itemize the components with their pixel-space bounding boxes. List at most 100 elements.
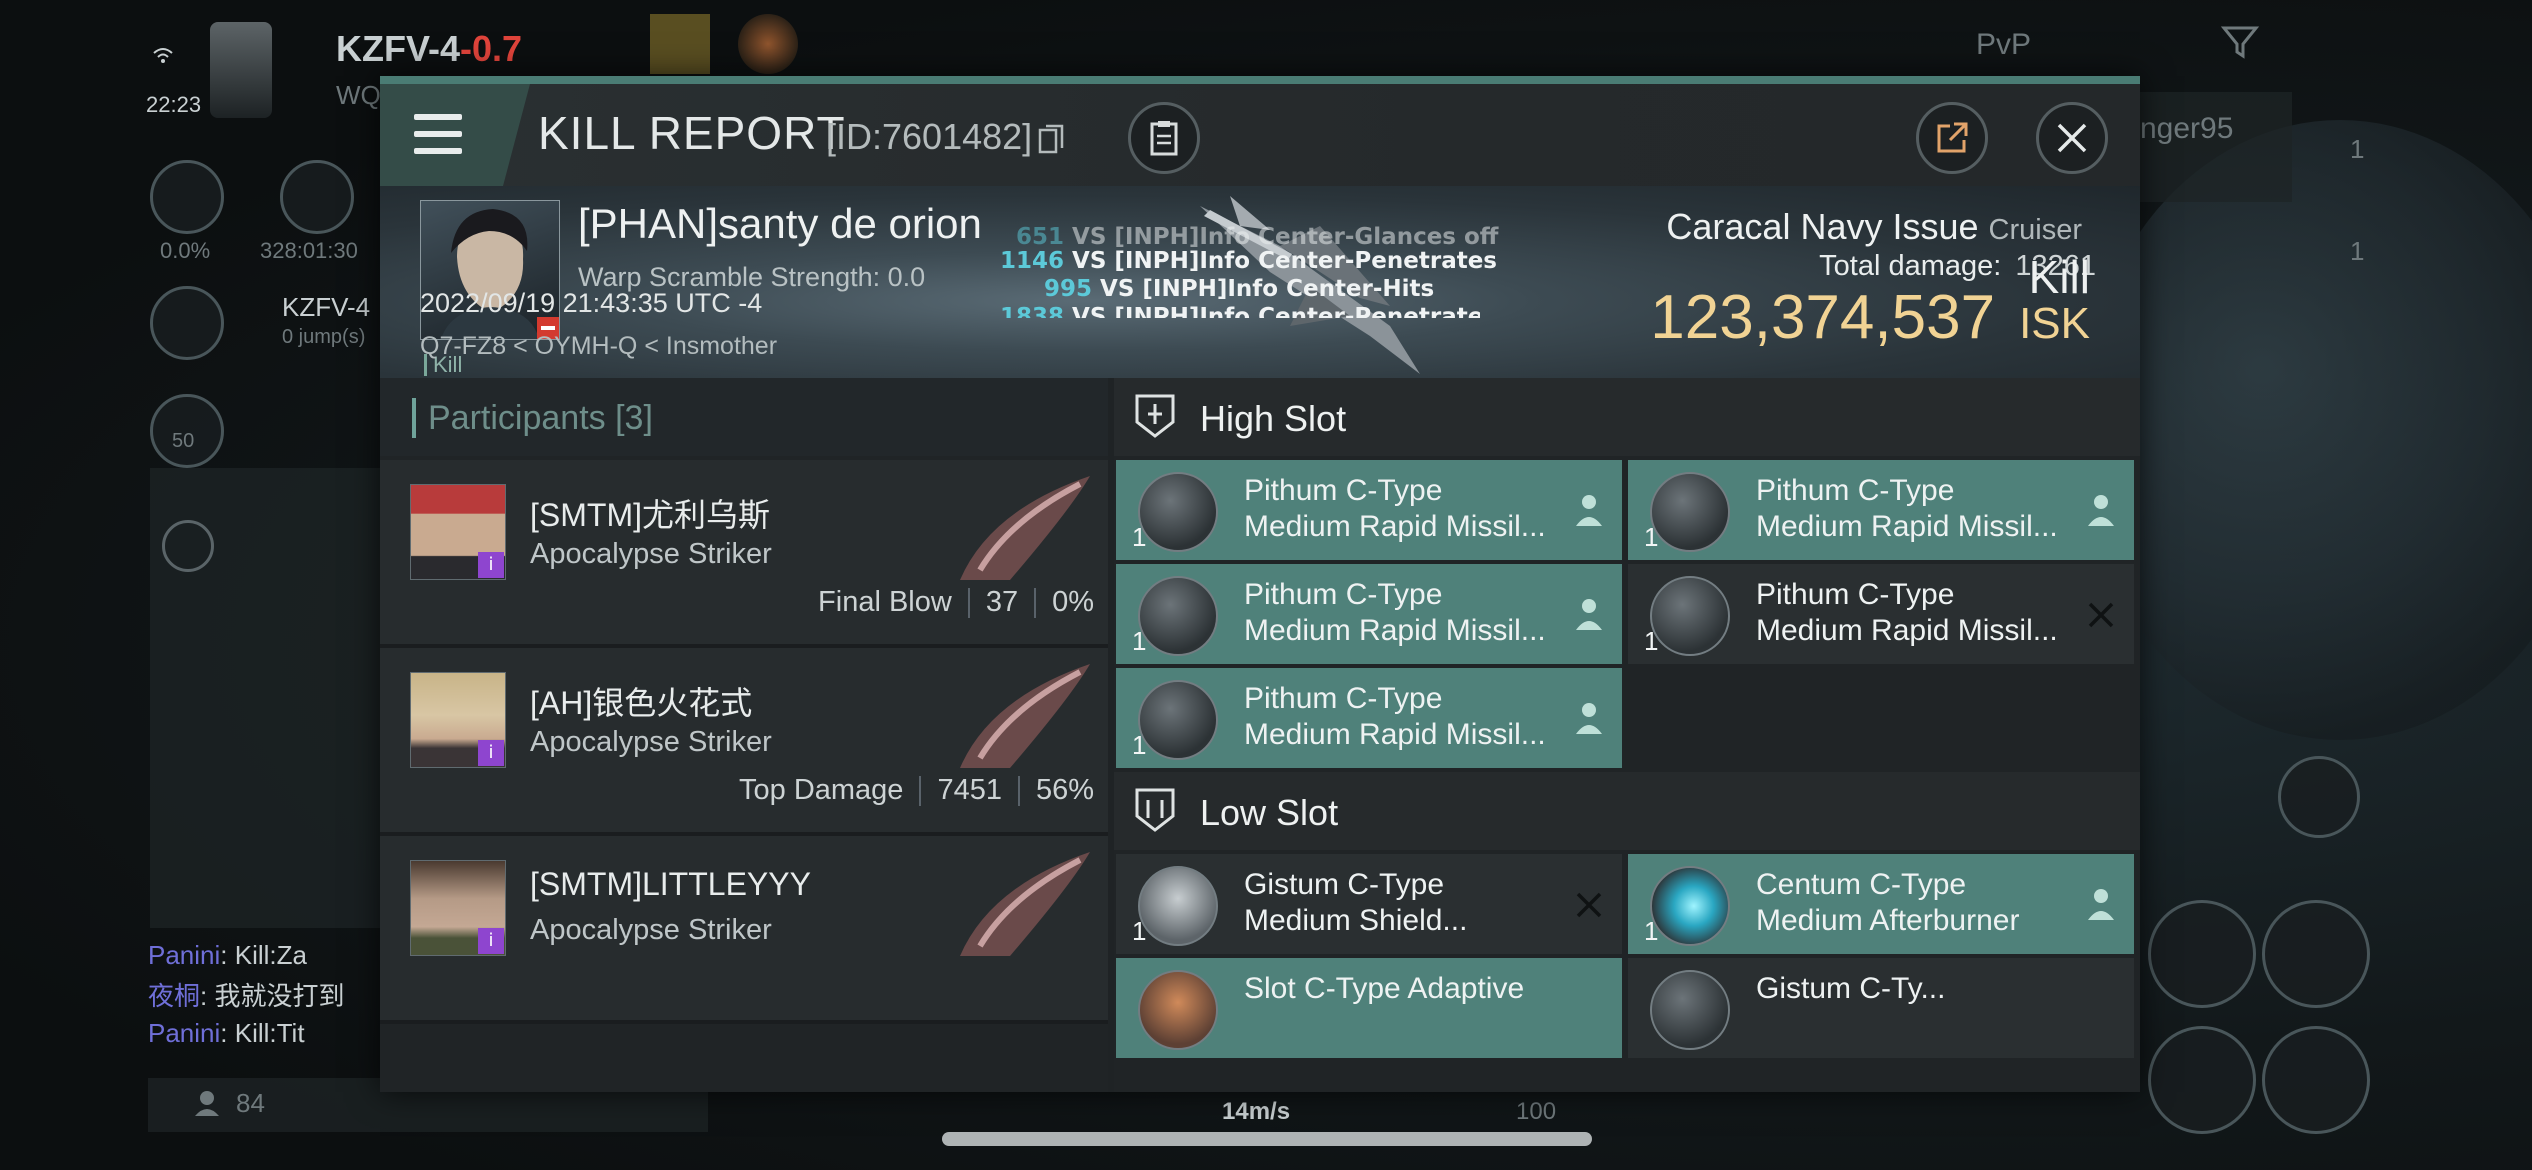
destroyed-x-icon (1576, 892, 1602, 918)
chat-line-1: Panini: Kill:Za (148, 940, 307, 971)
stat-divider (1034, 588, 1037, 619)
participant-ship-image (960, 476, 1090, 580)
stat-percent: 56% (1035, 774, 1094, 806)
low-slot-title: Low Slot (1200, 792, 1339, 833)
isk-amount: 123,374,537 (1650, 283, 1996, 352)
pilot-portrait[interactable] (210, 22, 272, 118)
clipboard-button[interactable] (1128, 102, 1200, 174)
speed-max: 100 (1516, 1098, 1557, 1125)
close-icon (2057, 123, 2087, 153)
online-count: 84 (236, 1088, 265, 1118)
victim-avatar[interactable] (420, 200, 560, 340)
module-item[interactable]: 1 Pithum C-Type Medium Rapid Missil... (1116, 668, 1622, 768)
participant-ship: Apocalypse Striker (530, 538, 772, 570)
overview-count-1: 1 (2350, 134, 2365, 164)
participant-ship-image (960, 852, 1090, 956)
module-item[interactable]: 1 Pithum C-Type Medium Rapid Missil... (1628, 460, 2134, 560)
module-name: Gistum C-Ty... (1756, 972, 1946, 1005)
dropped-person-icon (1576, 703, 1602, 734)
module-item[interactable]: 1 Pithum C-Type Medium Rapid Missil... (1116, 564, 1622, 664)
swap-button[interactable] (2278, 756, 2360, 838)
timer-stat: 328:01:30 (260, 238, 358, 263)
stat-label: Top Damage (739, 774, 904, 806)
stat-divider (967, 588, 970, 619)
module-button-4[interactable] (2262, 1026, 2370, 1134)
module-type: Medium Rapid Missil... (1244, 718, 1546, 751)
stat-divider (919, 776, 922, 807)
cargo-button[interactable] (150, 160, 224, 234)
module-name: Pithum C-Type (1244, 474, 1443, 507)
module-item[interactable]: Slot C-Type Adaptive (1116, 958, 1622, 1058)
hit-text: VS [INPH]Info Center-Penetrates (1072, 304, 1480, 318)
security-status: -0.7 (460, 28, 523, 69)
hit-log-line: 651 VS [INPH]Info Center-Glances off (1016, 224, 1498, 250)
module-item[interactable]: Gistum C-Ty... (1628, 958, 2134, 1058)
stat-label: Final Blow (818, 586, 952, 618)
history-icon[interactable] (162, 520, 214, 572)
module-name: Pithum C-Type (1756, 578, 1955, 611)
participants-header: Participants [3] (380, 378, 1108, 456)
kill-location[interactable]: Q7-FZ8 < OYMH-Q < Insmother (420, 332, 777, 361)
filter-label[interactable]: PvP (1976, 28, 2031, 62)
nav-system: KZFV-4 (282, 292, 371, 322)
menu-icon (414, 148, 462, 154)
ship-class: Cruiser (1988, 214, 2082, 246)
ship-name[interactable]: Caracal Navy Issue Cruiser (1666, 206, 2082, 248)
hit-text: VS [INPH]Info Center-Hits (1100, 276, 1435, 302)
timer-button[interactable] (280, 160, 354, 234)
participant-row[interactable]: i [SMTM]尤利乌斯 Apocalypse Striker Final Bl… (380, 460, 1108, 648)
participant-name: [AH]银色火花式 (530, 685, 753, 721)
close-button[interactable] (2036, 102, 2108, 174)
missile-launcher-icon (1650, 472, 1730, 552)
chat-text: : Kill:Za (220, 940, 307, 970)
missile-launcher-icon (1138, 576, 1218, 656)
stat-damage: 7451 (937, 774, 1002, 806)
modal-header: KILL REPORT [ID:7601482] (380, 84, 2140, 186)
kill-report-modal: KILL REPORT [ID:7601482] [PHAN]santy de … (380, 76, 2140, 1092)
participant-row[interactable]: i [AH]银色火花式 Apocalypse Striker Top Damag… (380, 648, 1108, 836)
module-name: Gistum C-Type (1244, 868, 1445, 901)
kill-date: 2022/09/19 21:43:35 UTC -4 (420, 288, 763, 318)
module-item[interactable]: 1 Pithum C-Type Medium Rapid Missil... (1116, 460, 1622, 560)
menu-icon (414, 114, 462, 120)
shield-module-icon (1138, 866, 1218, 946)
module-item[interactable]: 1 Gistum C-Type Medium Shield... (1116, 854, 1622, 954)
module-button-3[interactable] (2148, 1026, 2256, 1134)
victim-name[interactable]: [PHAN]santy de orion (578, 200, 982, 248)
speed-readout: 14m/s (1222, 1098, 1291, 1125)
chat-name: Panini (148, 940, 221, 970)
fittings-panel: High Slot 1 Pithum C-Type Medium Rapid M… (1114, 378, 2140, 1092)
stat-percent: 0% (1052, 586, 1094, 618)
faction-badge-icon: i (478, 552, 504, 578)
module-name: Centum C-Type (1756, 868, 1967, 901)
modal-accent-line (380, 76, 2140, 84)
clock-text: 22:23 (146, 92, 202, 117)
modal-title: KILL REPORT (538, 107, 846, 159)
home-indicator[interactable] (942, 1132, 1592, 1146)
module-button-1[interactable] (2148, 900, 2256, 1008)
hit-text: VS [INPH]Info Center-Penetrates (1072, 248, 1497, 274)
corp-tag: WQ (336, 80, 381, 110)
faction-badge-icon: i (478, 740, 504, 766)
dropped-person-icon (1576, 599, 1602, 630)
module-button-2[interactable] (2262, 900, 2370, 1008)
module-name: Slot C-Type Adaptive (1244, 972, 1525, 1005)
module-item[interactable]: 1 Centum C-Type Medium Afterburner (1628, 854, 2134, 954)
module-item[interactable]: 1 Pithum C-Type Medium Rapid Missil... (1628, 564, 2134, 664)
copy-icon[interactable] (1038, 124, 1064, 154)
filter-icon[interactable] (2220, 22, 2260, 62)
kill-id: [ID:7601482] (826, 116, 1033, 157)
participant-row[interactable]: i [SMTM]LITTLEYYY Apocalypse Striker (380, 836, 1108, 1024)
participants-label: Participants (428, 399, 606, 437)
high-slot-icon (1135, 394, 1175, 438)
navigation-button[interactable] (150, 286, 224, 360)
menu-button[interactable] (380, 84, 530, 186)
module-name: Pithum C-Type (1244, 682, 1443, 715)
hit-text: VS [INPH]Info Center-Glances off (1072, 224, 1499, 250)
hit-log-clip: 1838 VS [INPH]Info Center-Penetrates (1000, 304, 1480, 318)
share-button[interactable] (1916, 102, 1988, 174)
module-name: Pithum C-Type (1756, 474, 1955, 507)
missile-launcher-icon (1138, 472, 1218, 552)
dropped-person-icon (2088, 889, 2114, 920)
share-icon (1937, 122, 1968, 153)
